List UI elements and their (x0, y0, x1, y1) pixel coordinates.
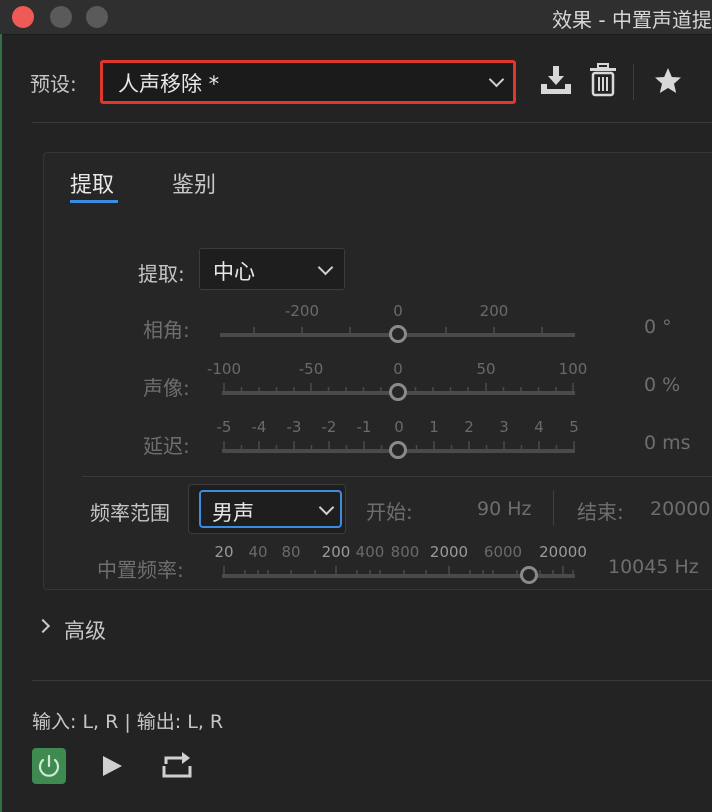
window-title: 效果 - 中置声道提 (552, 8, 712, 32)
divider (32, 680, 712, 681)
power-button[interactable] (32, 748, 66, 784)
center-freq-label: 中置频率: (97, 558, 184, 582)
delay-tick: 0 (394, 418, 404, 436)
delay-tick: -1 (356, 418, 372, 436)
tab-discriminate[interactable]: 鉴别 (172, 167, 216, 199)
center-freq-tick: 800 (390, 543, 420, 561)
phase-tick: -200 (284, 302, 320, 320)
close-window-button[interactable] (12, 6, 34, 28)
power-icon (38, 754, 60, 777)
phase-slider-thumb[interactable] (389, 325, 407, 343)
preset-label: 预设: (30, 72, 77, 96)
phase-tick: 0 (393, 302, 403, 320)
freq-range-value: 男声 (212, 501, 254, 525)
freq-range-label: 频率范围 (90, 501, 170, 525)
play-icon[interactable] (100, 754, 124, 782)
center-freq-tick: 20000 (539, 543, 587, 561)
pan-tick: -50 (298, 360, 324, 378)
pan-tick: 0 (393, 360, 403, 378)
start-label: 开始: (366, 500, 413, 524)
advanced-label[interactable]: 高级 (64, 615, 106, 645)
delay-tick: -5 (216, 418, 232, 436)
zoom-window-button[interactable] (86, 6, 108, 28)
extract-value: 中心 (213, 260, 255, 284)
preset-value: 人声移除 * (118, 72, 220, 96)
delay-tick: 3 (499, 418, 509, 436)
phase-tick: 200 (479, 302, 509, 320)
center-freq-tick: 200 (321, 543, 351, 561)
divider (553, 490, 554, 526)
phase-label: 相角: (143, 318, 190, 342)
end-label: 结束: (577, 500, 624, 524)
pan-label: 声像: (143, 376, 190, 400)
divider (32, 122, 712, 123)
phase-value: 0 ° (644, 316, 672, 338)
center-freq-tick: 20 (214, 543, 234, 561)
io-routing: 输入: L, R | 输出: L, R (32, 711, 224, 733)
delay-tick: 5 (569, 418, 579, 436)
delay-tick: -3 (286, 418, 302, 436)
download-icon[interactable] (538, 64, 574, 100)
pan-tick: -100 (206, 360, 242, 378)
loop-icon[interactable] (160, 750, 194, 784)
pan-tick: 50 (476, 360, 496, 378)
tab-extract[interactable]: 提取 (70, 167, 114, 199)
center-freq-slider-thumb[interactable] (520, 566, 538, 584)
toolbar-divider (633, 64, 634, 100)
center-freq-tick: 80 (281, 543, 301, 561)
delay-tick: -4 (251, 418, 267, 436)
delay-slider-thumb[interactable] (389, 441, 407, 459)
center-freq-tick: 400 (355, 543, 385, 561)
trash-icon[interactable] (589, 63, 617, 101)
end-value: 20000 (650, 498, 711, 520)
center-freq-tick: 40 (248, 543, 268, 561)
delay-tick: 1 (429, 418, 439, 436)
pan-value: 0 % (644, 374, 681, 396)
center-freq-tick: 2000 (429, 543, 469, 561)
center-freq-value: 10045 Hz (608, 556, 699, 578)
pan-tick: 100 (558, 360, 588, 378)
chevron-right-icon[interactable] (35, 618, 51, 634)
delay-label: 延迟: (143, 434, 190, 458)
active-tab-indicator (70, 200, 118, 203)
window-edge (0, 34, 2, 812)
minimize-window-button[interactable] (50, 6, 72, 28)
star-icon[interactable] (653, 66, 683, 100)
start-value: 90 Hz (477, 498, 532, 520)
divider (82, 476, 712, 477)
center-freq-tick: 6000 (483, 543, 523, 561)
extract-label: 提取: (138, 262, 185, 286)
delay-tick: -2 (321, 418, 337, 436)
delay-value: 0 ms (644, 432, 691, 454)
delay-tick: 2 (464, 418, 474, 436)
delay-tick: 4 (534, 418, 544, 436)
pan-slider-thumb[interactable] (389, 383, 407, 401)
